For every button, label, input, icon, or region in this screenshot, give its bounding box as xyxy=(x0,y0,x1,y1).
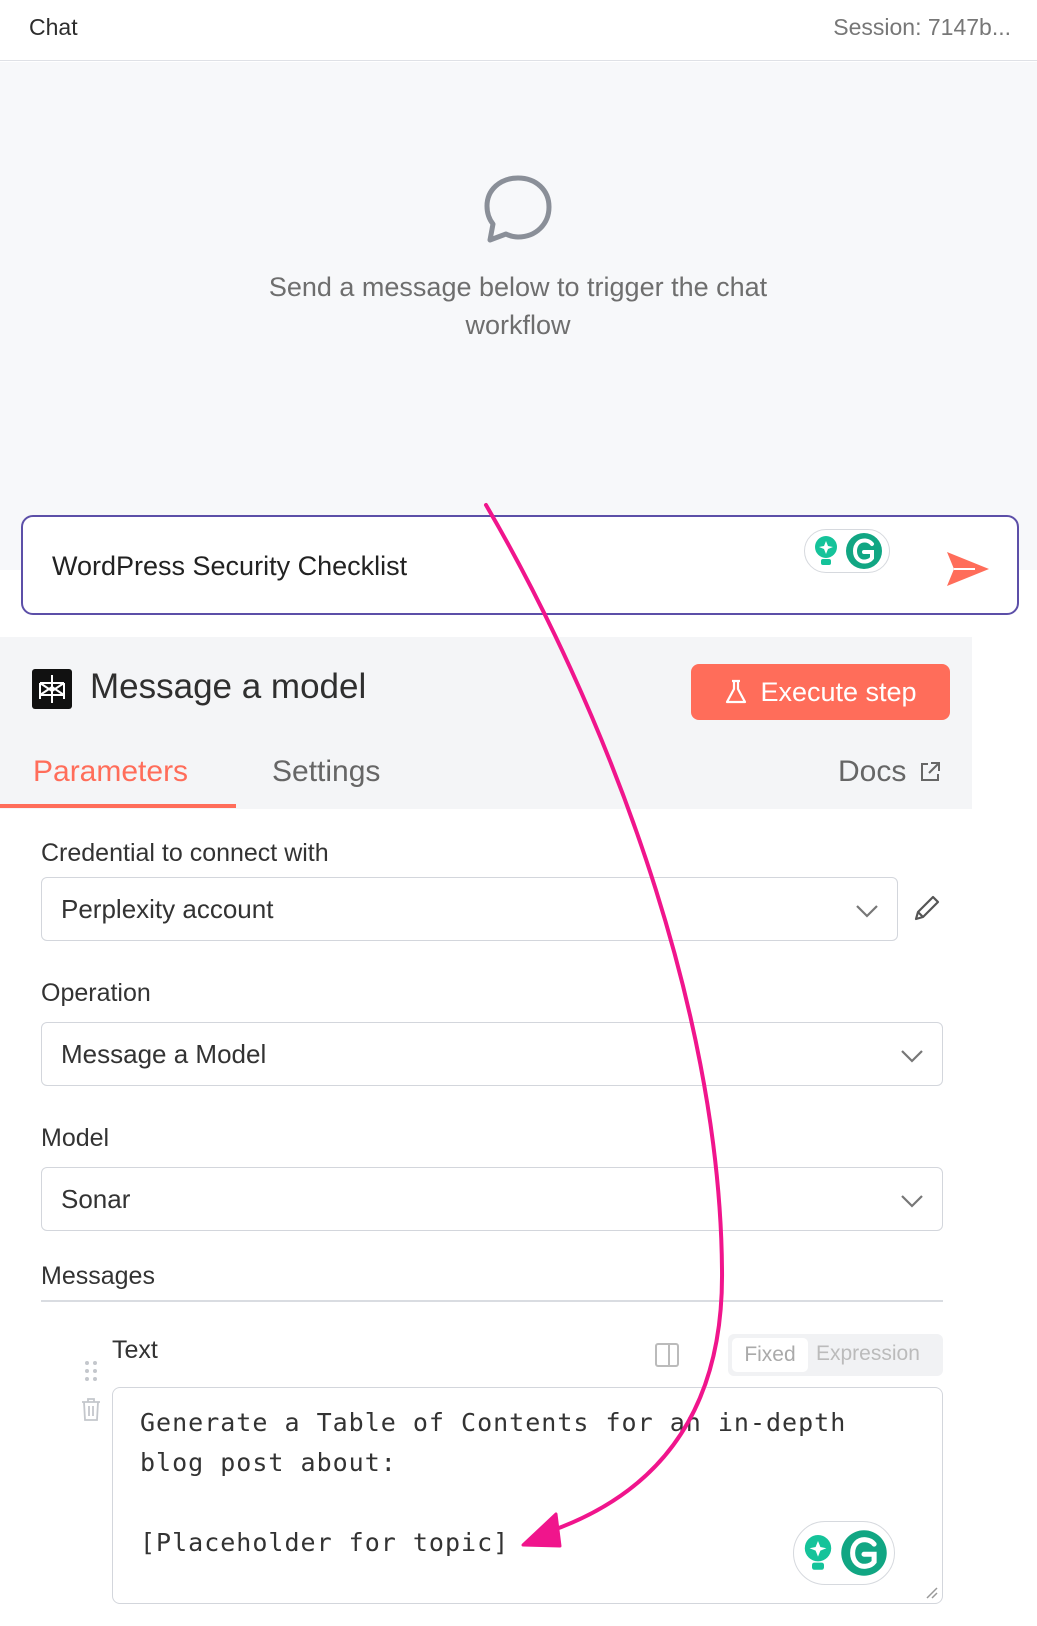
credential-select[interactable]: Perplexity account xyxy=(41,877,898,941)
pencil-icon[interactable] xyxy=(910,893,942,925)
chevron-down-icon xyxy=(901,1195,923,1208)
messages-label: Messages xyxy=(41,1262,155,1290)
fixed-expression-toggle[interactable]: Fixed Expression xyxy=(728,1334,943,1376)
bulb-icon xyxy=(815,536,837,565)
bulb-icon xyxy=(804,1535,832,1570)
operation-value: Message a Model xyxy=(61,1039,267,1069)
grammarly-icon xyxy=(841,1530,887,1576)
mode-fixed[interactable]: Fixed xyxy=(732,1338,808,1372)
node-title: Message a model xyxy=(90,667,367,706)
docs-label: Docs xyxy=(838,755,907,788)
tab-settings[interactable]: Settings xyxy=(272,755,380,789)
trash-icon[interactable] xyxy=(80,1396,102,1422)
session-id: Session: 7147b... xyxy=(833,14,1011,40)
chat-bubble-icon xyxy=(484,175,552,243)
tab-parameters[interactable]: Parameters xyxy=(33,755,188,789)
execute-step-button[interactable]: Execute step xyxy=(691,664,950,720)
messages-divider xyxy=(41,1300,943,1302)
grammarly-widget[interactable] xyxy=(793,1521,895,1585)
grammarly-icon xyxy=(846,533,882,569)
chat-title: Chat xyxy=(29,14,78,40)
credential-label: Credential to connect with xyxy=(41,839,329,867)
external-link-icon xyxy=(921,762,941,781)
chat-message-input[interactable]: WordPress Security Checklist xyxy=(21,515,1019,615)
chevron-down-icon xyxy=(901,1050,923,1063)
text-line: [Placeholder for topic] xyxy=(140,1528,510,1557)
chat-input-value[interactable]: WordPress Security Checklist xyxy=(52,551,407,582)
chat-body: Send a message below to trigger the chat… xyxy=(0,62,1037,615)
flask-icon xyxy=(726,679,747,704)
send-icon[interactable] xyxy=(945,549,991,589)
message-text-area[interactable]: Generate a Table of Contents for an in-d… xyxy=(112,1387,943,1604)
expand-icon[interactable] xyxy=(654,1342,680,1368)
docs-link[interactable]: Docs xyxy=(838,755,942,789)
node-panel-header: Message a model Execute step Parameters … xyxy=(0,637,972,809)
text-line: blog post about: xyxy=(140,1448,397,1477)
mode-expression[interactable]: Expression xyxy=(816,1342,920,1366)
model-value: Sonar xyxy=(61,1184,131,1214)
grammarly-widget[interactable] xyxy=(804,529,890,573)
perplexity-logo-icon xyxy=(32,669,72,709)
chevron-down-icon xyxy=(856,905,878,918)
chat-header: Chat Session: 7147b... xyxy=(0,0,1037,61)
empty-chat-message: Send a message below to trigger the chat… xyxy=(268,272,768,340)
model-select[interactable]: Sonar xyxy=(41,1167,943,1231)
resize-grip-icon[interactable] xyxy=(924,1585,938,1599)
active-tab-indicator xyxy=(0,804,236,808)
operation-select[interactable]: Message a Model xyxy=(41,1022,943,1086)
operation-label: Operation xyxy=(41,979,151,1007)
execute-step-label: Execute step xyxy=(760,676,917,707)
credential-value: Perplexity account xyxy=(61,894,274,924)
drag-handle-icon[interactable] xyxy=(84,1360,98,1382)
text-line: Generate a Table of Contents for an in-d… xyxy=(140,1408,847,1437)
text-label: Text xyxy=(112,1336,158,1364)
model-label: Model xyxy=(41,1124,110,1152)
